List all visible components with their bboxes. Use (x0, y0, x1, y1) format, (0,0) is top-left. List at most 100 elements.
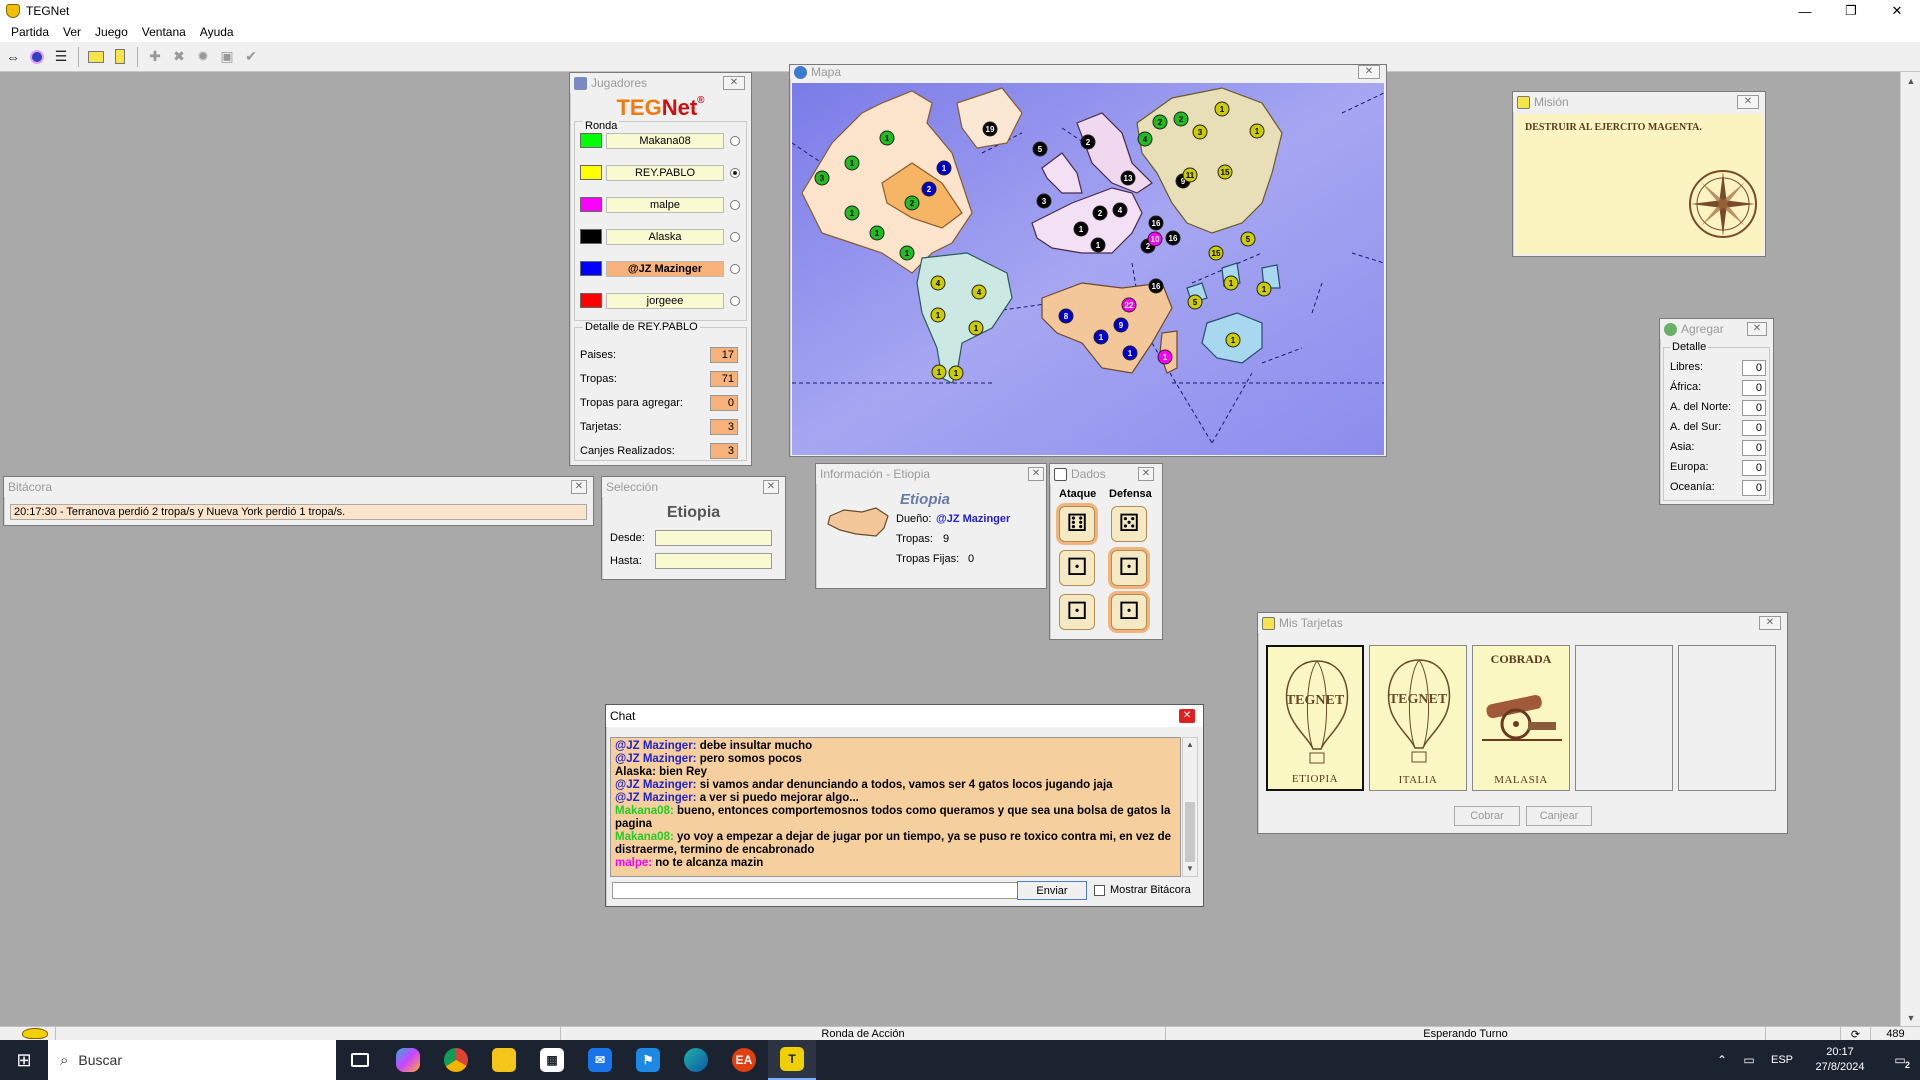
menu-ventana[interactable]: Ventana (135, 25, 193, 39)
mision-close-button[interactable]: ✕ (1737, 95, 1759, 109)
mapa-close-button[interactable]: ✕ (1358, 65, 1380, 79)
player-row[interactable]: @JZ Mazinger (580, 259, 740, 279)
bitacora-title-bar[interactable]: Bitácora (4, 477, 593, 497)
army-marker[interactable]: 1 (869, 225, 885, 241)
player-turn-radio[interactable] (730, 136, 740, 146)
enviar-button[interactable]: Enviar (1017, 881, 1087, 900)
army-marker[interactable]: 4 (971, 284, 987, 300)
army-marker[interactable]: 4 (1112, 202, 1128, 218)
ea-icon[interactable]: EA (720, 1040, 768, 1080)
seleccion-title-bar[interactable]: Selección (602, 477, 785, 497)
army-marker[interactable]: 5 (1032, 141, 1048, 157)
card-icon[interactable] (109, 46, 131, 68)
army-marker[interactable]: 16 (1165, 230, 1181, 246)
army-marker[interactable]: 5 (1240, 231, 1256, 247)
army-marker[interactable]: 1 (1225, 332, 1241, 348)
army-marker[interactable]: 1 (1214, 101, 1230, 117)
agregar-close-button[interactable]: ✕ (1747, 322, 1767, 336)
edge-icon[interactable] (672, 1040, 720, 1080)
army-marker[interactable]: 16 (1148, 278, 1164, 294)
menu-partida[interactable]: Partida (4, 25, 56, 39)
army-marker[interactable]: 1 (1249, 123, 1265, 139)
player-row[interactable]: jorgeee (580, 291, 740, 311)
empty-card-slot[interactable] (1678, 645, 1776, 791)
army-marker[interactable]: 1 (930, 307, 946, 323)
world-map[interactable]: 11311121219532112 41321616161092 241311 151… (792, 83, 1384, 455)
dados-close-button[interactable]: ✕ (1138, 467, 1154, 481)
close-button[interactable]: ✕ (1874, 0, 1920, 22)
connect-icon[interactable]: ⇔ (2, 46, 24, 68)
mapa-title-bar[interactable]: Mapa (790, 65, 1386, 79)
army-marker[interactable]: 1 (968, 320, 984, 336)
mision-title-bar[interactable]: Misión (1513, 92, 1765, 112)
list-icon[interactable]: ☰ (50, 46, 72, 68)
army-marker[interactable]: 1 (1093, 329, 1109, 345)
tarjetas-title-bar[interactable]: Mis Tarjetas (1258, 613, 1787, 633)
card-yellow-icon[interactable] (85, 46, 107, 68)
player-turn-radio[interactable] (730, 264, 740, 274)
mostrar-bitacora-checkbox[interactable] (1094, 885, 1105, 896)
file-explorer-icon[interactable] (480, 1040, 528, 1080)
player-turn-radio[interactable] (730, 296, 740, 306)
language-indicator[interactable]: ESP (1764, 1054, 1800, 1066)
store-icon[interactable]: ▦ (528, 1040, 576, 1080)
army-marker[interactable]: 1 (879, 130, 895, 146)
check-icon[interactable]: ✔ (240, 46, 262, 68)
player-row[interactable]: Alaska (580, 227, 740, 247)
army-marker[interactable]: 5 (1187, 294, 1203, 310)
army-marker[interactable]: 11 (1182, 167, 1198, 183)
army-marker[interactable]: 15 (1217, 164, 1233, 180)
army-marker[interactable]: 1 (844, 155, 860, 171)
country-card[interactable]: TEGNET ETIOPIA (1266, 645, 1364, 791)
network-tray-icon[interactable]: ▭ (1734, 1040, 1764, 1080)
army-marker[interactable]: 1 (1073, 221, 1089, 237)
hasta-field[interactable] (655, 553, 772, 569)
canjear-button[interactable]: Canjear (1526, 806, 1592, 826)
menu-ayuda[interactable]: Ayuda (193, 25, 241, 39)
chat-log[interactable]: @JZ Mazinger: debe insultar mucho @JZ Maz… (610, 737, 1181, 877)
maximize-button[interactable]: ❐ (1828, 0, 1874, 22)
clock[interactable]: 20:17 27/8/2024 (1800, 1045, 1880, 1075)
taskbar-search[interactable]: ⌕ Buscar (48, 1040, 336, 1080)
chat-scrollbar[interactable]: ▲ ▼ (1182, 737, 1198, 877)
player-row[interactable]: REY.PABLO (580, 163, 740, 183)
task-view-icon[interactable] (336, 1040, 384, 1080)
player-turn-radio[interactable] (730, 200, 740, 210)
army-marker[interactable]: 1 (1157, 349, 1173, 365)
player-row[interactable]: Makana08 (580, 131, 740, 151)
army-marker[interactable]: 19 (982, 121, 998, 137)
chat-close-button[interactable]: ✕ (1179, 709, 1195, 723)
regroup-icon[interactable]: ▣ (216, 46, 238, 68)
chat-input[interactable] (612, 882, 1018, 899)
army-marker[interactable]: 1 (899, 245, 915, 261)
menu-juego[interactable]: Juego (88, 25, 135, 39)
army-marker[interactable]: 2 (1173, 111, 1189, 127)
app-flag-icon[interactable]: ⚑ (624, 1040, 672, 1080)
army-marker[interactable]: 3 (1192, 124, 1208, 140)
scroll-down-icon[interactable]: ▼ (1901, 1009, 1920, 1026)
chrome-icon[interactable] (432, 1040, 480, 1080)
chat-scroll-down-icon[interactable]: ▼ (1183, 862, 1197, 876)
player-row[interactable]: malpe (580, 195, 740, 215)
army-marker[interactable]: 22 (1121, 297, 1137, 313)
army-marker[interactable]: 1 (936, 160, 952, 176)
copilot-icon[interactable] (384, 1040, 432, 1080)
army-marker[interactable]: 3 (1036, 193, 1052, 209)
minimize-button[interactable]: — (1782, 0, 1828, 22)
army-marker[interactable]: 4 (1137, 131, 1153, 147)
army-marker[interactable]: 15 (1208, 245, 1224, 261)
army-marker[interactable]: 2 (1080, 134, 1096, 150)
vertical-scrollbar[interactable]: ▲ ▼ (1900, 72, 1920, 1026)
army-marker[interactable]: 10 (1147, 231, 1163, 247)
mail-icon[interactable]: ✉ (576, 1040, 624, 1080)
army-marker[interactable]: 4 (930, 275, 946, 291)
army-marker[interactable]: 1 (1256, 281, 1272, 297)
informacion-title-bar[interactable]: Información - Etiopia (816, 464, 1046, 484)
army-marker[interactable]: 1 (1122, 345, 1138, 361)
jugadores-close-button[interactable]: ✕ (723, 76, 745, 90)
army-marker[interactable]: 1 (844, 205, 860, 221)
chat-title-bar[interactable]: Chat (606, 705, 1203, 727)
chat-scroll-up-icon[interactable]: ▲ (1183, 738, 1197, 752)
player-turn-radio[interactable] (730, 168, 740, 178)
country-card[interactable]: TEGNET ITALIA (1369, 645, 1467, 791)
